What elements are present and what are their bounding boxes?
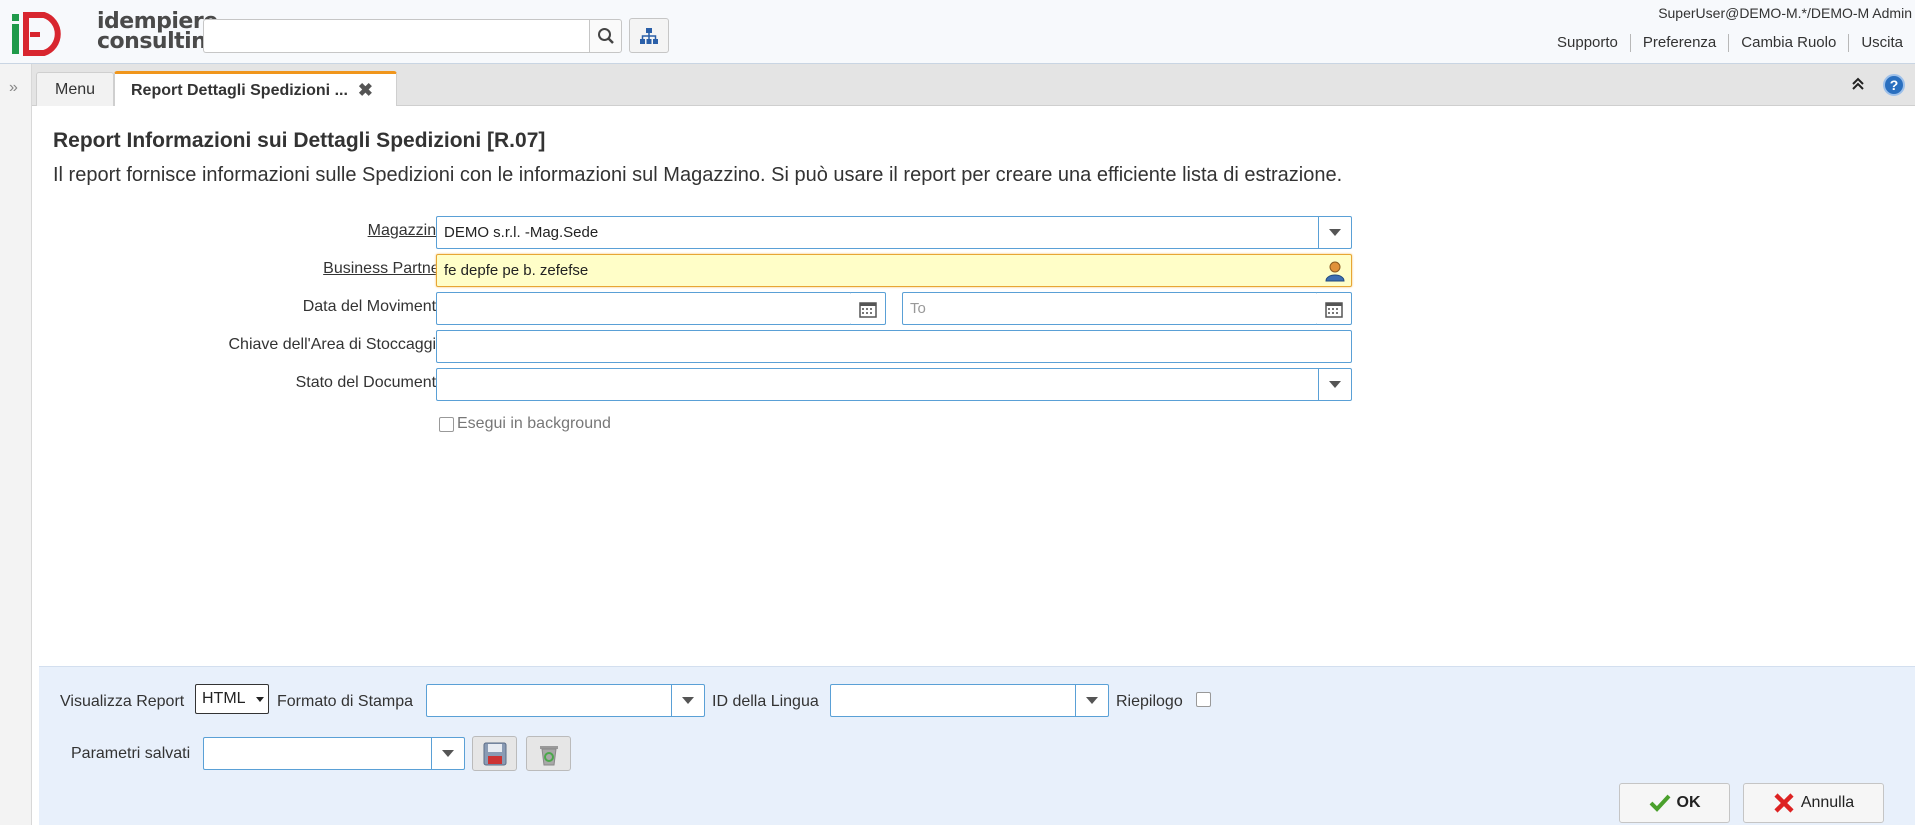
cancel-button[interactable]: Annulla: [1743, 783, 1884, 823]
calendar-from-icon[interactable]: [851, 292, 886, 325]
tab-report-label: Report Dettagli Spedizioni ...: [131, 81, 348, 99]
doc-status-select[interactable]: [436, 368, 1352, 401]
floppy-save-icon: [483, 742, 506, 765]
summary-checkbox[interactable]: [1196, 692, 1211, 707]
chevron-down-icon[interactable]: [1318, 369, 1351, 400]
movement-date-from-field[interactable]: [436, 292, 852, 325]
link-cambia-ruolo[interactable]: Cambia Ruolo: [1728, 34, 1848, 52]
language-label: ID della Lingua: [712, 693, 819, 710]
search-icon: [597, 28, 614, 44]
report-title: Report Informazioni sui Dettagli Spedizi…: [53, 129, 546, 152]
report-description: Il report fornisce informazioni sulle Sp…: [53, 164, 1343, 186]
tab-bar: Menu Report Dettagli Spedizioni ... ✖ ?: [32, 64, 1915, 107]
tab-tools: ?: [1851, 74, 1905, 96]
bpartner-value: fe depfe pe b. zefefse: [444, 262, 589, 279]
report-options-panel: Visualizza Report HTML Formato di Stampa…: [39, 666, 1915, 825]
print-format-label: Formato di Stampa: [277, 693, 414, 710]
movement-date-to-field[interactable]: To: [902, 292, 1318, 325]
link-supporto[interactable]: Supporto: [1545, 34, 1630, 52]
warehouse-label[interactable]: Magazzino: [368, 222, 445, 240]
cancel-label: Annulla: [1800, 794, 1855, 811]
expand-panel-icon[interactable]: »: [9, 79, 18, 97]
movement-date-to-placeholder: To: [910, 300, 926, 317]
global-search-input[interactable]: [203, 19, 590, 53]
help-icon[interactable]: ?: [1883, 74, 1905, 96]
view-report-select[interactable]: HTML: [195, 684, 269, 714]
collapse-header-icon[interactable]: [1851, 77, 1865, 94]
company-logo[interactable]: idempiere consulting: [12, 10, 222, 58]
view-report-value: HTML: [202, 690, 246, 707]
sitemap-button[interactable]: [629, 18, 669, 53]
report-parameters-panel: Report Informazioni sui Dettagli Spedizi…: [33, 106, 1915, 666]
header-bar: idempiere consulting SuperUser@DEMO-M.*/…: [0, 0, 1915, 64]
search-button[interactable]: [589, 19, 622, 53]
saved-params-label: Parametri salvati: [71, 745, 191, 762]
view-report-label: Visualizza Report: [60, 693, 185, 710]
bpartner-label[interactable]: Business Partner: [323, 260, 445, 278]
bpartner-search-icon[interactable]: [1325, 260, 1345, 286]
close-tab-icon[interactable]: ✖: [358, 80, 373, 101]
run-background-checkbox[interactable]: [439, 416, 454, 432]
link-preferenza[interactable]: Preferenza: [1629, 34, 1728, 52]
doc-status-label: Stato del Documento: [295, 374, 445, 391]
tab-menu-label: Menu: [55, 80, 96, 98]
recycle-bin-icon: [539, 745, 558, 765]
tab-menu[interactable]: Menu: [36, 72, 114, 106]
saved-params-select[interactable]: [203, 737, 465, 770]
chevron-down-icon[interactable]: [671, 685, 704, 716]
chevron-down-icon[interactable]: [1075, 685, 1108, 716]
checkmark-icon: [1649, 794, 1670, 812]
save-params-button[interactable]: [472, 736, 517, 771]
calendar-to-icon[interactable]: [1317, 292, 1352, 325]
print-format-select[interactable]: [426, 684, 705, 717]
delete-params-button[interactable]: [526, 736, 571, 771]
user-info-label: SuperUser@DEMO-M.*/DEMO-M Admin: [1658, 5, 1912, 21]
language-select[interactable]: [830, 684, 1109, 717]
run-background-label: Esegui in background: [457, 415, 611, 432]
top-links: Supporto Preferenza Cambia Ruolo Uscita: [1545, 34, 1915, 52]
warehouse-select[interactable]: DEMO s.r.l. -Mag.Sede: [436, 216, 1352, 249]
locator-key-field[interactable]: [436, 330, 1352, 363]
sitemap-icon: [640, 27, 658, 44]
link-uscita[interactable]: Uscita: [1848, 34, 1915, 52]
chevron-down-icon[interactable]: [1318, 217, 1351, 248]
warehouse-value: DEMO s.r.l. -Mag.Sede: [444, 224, 599, 241]
chevron-down-icon[interactable]: [431, 738, 464, 769]
summary-label: Riepilogo: [1116, 693, 1183, 710]
tab-report[interactable]: Report Dettagli Spedizioni ... ✖: [114, 71, 397, 107]
ok-button[interactable]: OK: [1619, 783, 1730, 823]
ok-label: OK: [1676, 794, 1701, 811]
locator-key-label: Chiave dell'Area di Stoccaggio: [228, 336, 445, 353]
bpartner-field[interactable]: fe depfe pe b. zefefse: [436, 254, 1352, 287]
logo-mark-icon: [12, 12, 61, 56]
close-icon: [1774, 793, 1794, 813]
movement-date-label: Data del Movimento: [302, 298, 445, 315]
run-background-option: Esegui in background: [439, 415, 611, 433]
west-panel-collapsed: »: [0, 64, 32, 825]
